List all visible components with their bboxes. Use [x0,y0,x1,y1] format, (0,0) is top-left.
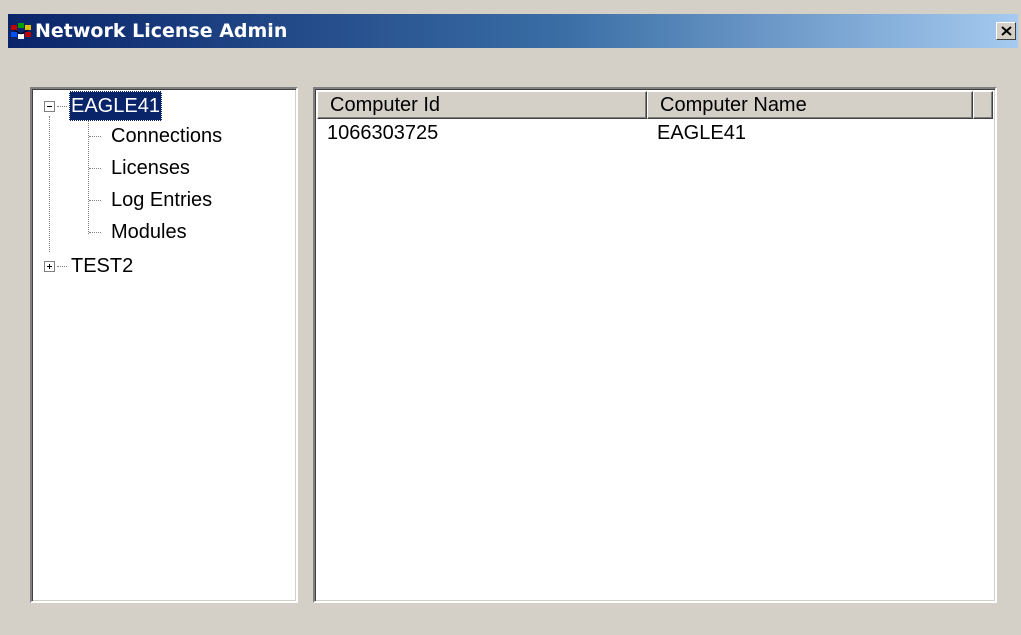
tree-node-label: Log Entries [111,189,213,211]
expand-icon[interactable] [44,261,55,272]
cell-computer-id: 1066303725 [327,122,439,144]
tree-node-eagle41[interactable]: EAGLE41 [32,91,292,121]
list-item[interactable]: 1066303725 EAGLE41 [317,120,993,146]
collapse-icon[interactable] [44,101,55,112]
tree-node-connections[interactable]: Connections [32,121,292,151]
network-app-icon [11,23,31,39]
tree-node-label: Connections [111,125,223,147]
tree-node-log-entries[interactable]: Log Entries [32,185,292,215]
tree-node-label: Modules [111,221,187,243]
tree-node-label: TEST2 [71,255,134,277]
tree-node-label: Licenses [111,157,190,179]
window-title: Network License Admin [35,20,288,42]
list-header: Computer Id Computer Name [317,91,993,119]
tree-node-modules[interactable]: Modules [32,217,292,247]
close-button[interactable] [996,22,1016,40]
tree-node-test2[interactable]: TEST2 [32,251,292,281]
column-header-computer-name[interactable]: Computer Name [647,91,973,119]
column-header-filler [973,91,993,119]
computer-list[interactable]: Computer Id Computer Name 1066303725 EAG… [313,87,997,603]
tree-node-label: EAGLE41 [69,91,162,121]
column-header-computer-id[interactable]: Computer Id [317,91,647,119]
close-icon [1001,26,1012,36]
tree-node-licenses[interactable]: Licenses [32,153,292,183]
title-bar[interactable]: Network License Admin [8,14,1018,48]
cell-computer-name: EAGLE41 [657,122,746,144]
app-window: Network License Admin EAGLE41 Connection… [0,0,1021,635]
server-tree[interactable]: EAGLE41 Connections Licenses Log Entries… [30,87,298,603]
